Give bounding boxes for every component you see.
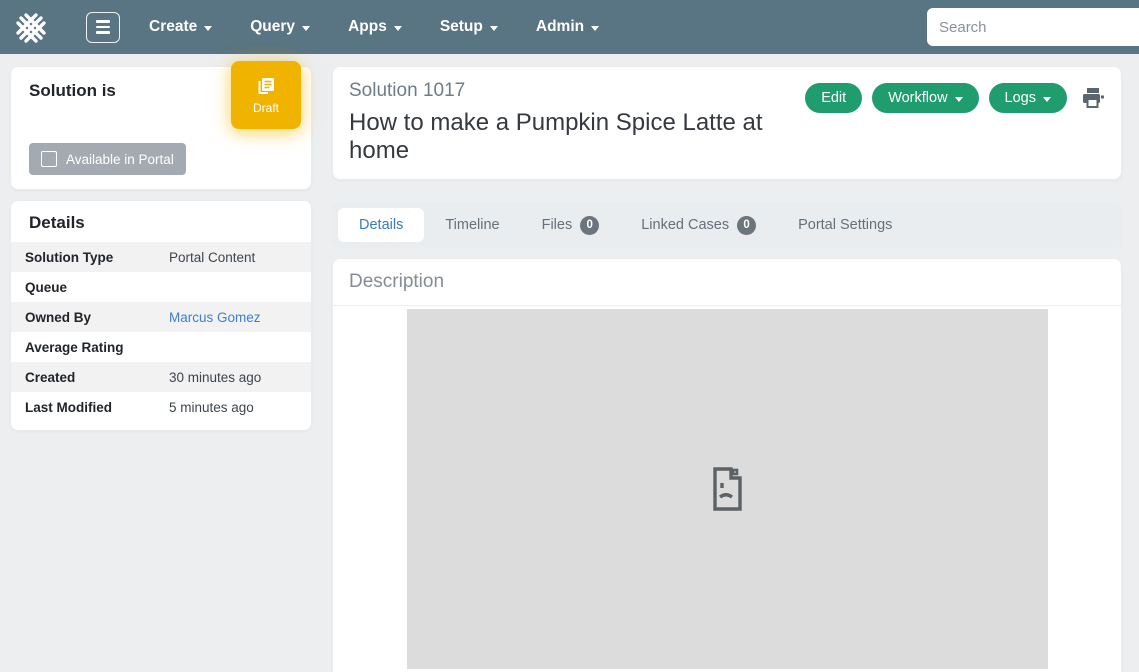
logs-dropdown-button[interactable]: Logs bbox=[989, 83, 1067, 113]
left-sidebar: Solution is Draft Available in Portal bbox=[10, 66, 312, 431]
available-in-portal-button[interactable]: Available in Portal bbox=[29, 143, 186, 175]
table-row: Last Modified 5 minutes ago bbox=[11, 392, 311, 422]
printer-icon bbox=[1081, 87, 1105, 109]
table-row: Created 30 minutes ago bbox=[11, 362, 311, 392]
owned-by-link[interactable]: Marcus Gomez bbox=[169, 310, 261, 325]
description-card-title: Description bbox=[333, 259, 1121, 306]
broken-image-icon bbox=[704, 462, 750, 516]
chevron-down-icon bbox=[591, 26, 599, 31]
files-count-badge: 0 bbox=[580, 216, 599, 235]
tab-files[interactable]: Files 0 bbox=[521, 207, 621, 244]
workflow-dropdown-button[interactable]: Workflow bbox=[872, 83, 978, 113]
edit-button[interactable]: Edit bbox=[805, 83, 862, 113]
main-menu: Create Query Apps Setup Admin bbox=[130, 3, 618, 51]
record-header-card: Solution 1017 How to make a Pumpkin Spic… bbox=[332, 66, 1122, 180]
details-card-title: Details bbox=[11, 213, 311, 233]
draft-document-icon bbox=[255, 75, 277, 97]
status-badge[interactable]: Draft bbox=[231, 61, 301, 129]
chevron-down-icon bbox=[1043, 97, 1051, 102]
menu-item-setup[interactable]: Setup bbox=[421, 3, 517, 51]
chevron-down-icon bbox=[394, 26, 402, 31]
page-title: How to make a Pumpkin Spice Latte at hom… bbox=[349, 109, 805, 165]
record-id: Solution 1017 bbox=[349, 80, 805, 102]
table-row: Average Rating bbox=[11, 332, 311, 362]
tab-linked-cases[interactable]: Linked Cases 0 bbox=[620, 207, 777, 244]
chevron-down-icon bbox=[204, 26, 212, 31]
top-navbar: Create Query Apps Setup Admin bbox=[0, 0, 1139, 54]
portal-button-label: Available in Portal bbox=[66, 152, 174, 167]
tab-timeline[interactable]: Timeline bbox=[424, 208, 520, 242]
details-table: Solution Type Portal Content Queue Owned… bbox=[11, 242, 311, 422]
global-search bbox=[927, 8, 1139, 46]
chevron-down-icon bbox=[955, 97, 963, 102]
record-tabs: Details Timeline Files 0 Linked Cases 0 … bbox=[332, 202, 1122, 248]
app-window: Create Query Apps Setup Admin bbox=[0, 0, 1139, 672]
menu-item-admin[interactable]: Admin bbox=[517, 3, 618, 51]
content-area: Solution is Draft Available in Portal bbox=[0, 54, 1139, 672]
chevron-down-icon bbox=[490, 26, 498, 31]
description-image-placeholder bbox=[407, 309, 1048, 669]
details-card: Details Solution Type Portal Content Que… bbox=[10, 200, 312, 431]
record-heading: Solution 1017 How to make a Pumpkin Spic… bbox=[349, 80, 805, 165]
table-row: Queue bbox=[11, 272, 311, 302]
sidebar-toggle-button[interactable] bbox=[86, 12, 120, 43]
table-row: Solution Type Portal Content bbox=[11, 242, 311, 272]
tab-details[interactable]: Details bbox=[338, 208, 424, 242]
brand-logo-icon[interactable] bbox=[8, 5, 54, 51]
linked-cases-count-badge: 0 bbox=[737, 216, 756, 235]
print-button[interactable] bbox=[1081, 87, 1105, 109]
menu-item-apps[interactable]: Apps bbox=[329, 3, 421, 51]
description-card: Description bbox=[332, 258, 1122, 672]
record-actions: Edit Workflow Logs bbox=[805, 83, 1105, 113]
solution-status-card: Solution is Draft Available in Portal bbox=[10, 66, 312, 190]
menu-item-create[interactable]: Create bbox=[130, 3, 231, 51]
checkbox-unchecked-icon bbox=[41, 151, 57, 167]
table-row: Owned By Marcus Gomez bbox=[11, 302, 311, 332]
main-panel: Solution 1017 How to make a Pumpkin Spic… bbox=[332, 66, 1122, 672]
status-badge-label: Draft bbox=[253, 101, 279, 115]
search-input[interactable] bbox=[927, 8, 1139, 46]
tab-portal-settings[interactable]: Portal Settings bbox=[777, 208, 913, 242]
hamburger-icon bbox=[96, 20, 110, 23]
menu-item-query[interactable]: Query bbox=[231, 3, 329, 51]
chevron-down-icon bbox=[302, 26, 310, 31]
